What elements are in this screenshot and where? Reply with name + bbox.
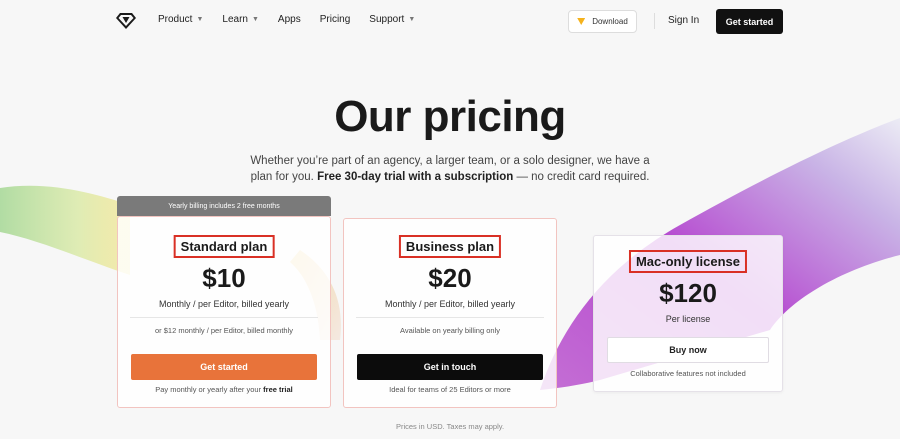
plan-billing: Monthly / per Editor, billed yearly (384, 299, 516, 309)
subtitle-tail: — no credit card required. (513, 171, 650, 183)
chevron-down-icon: ▼ (251, 16, 259, 23)
plan-card-mac-license: Mac-only license $120 Per license Buy no… (593, 235, 783, 392)
nav-item-label: Support (369, 14, 405, 25)
nav-links: Product ▼ Learn ▼ Apps Pricing Support ▼ (158, 14, 434, 25)
plan-price: $10 (202, 263, 246, 293)
page-title: Our pricing (334, 92, 566, 141)
get-started-nav-button[interactable]: Get started (716, 9, 783, 34)
nav-item-learn[interactable]: Learn ▼ (222, 14, 259, 25)
sign-in-link[interactable]: Sign In (668, 15, 699, 26)
plan-name: Mac-only license (628, 250, 748, 273)
card-divider (130, 317, 318, 318)
plan-price: $120 (659, 278, 717, 308)
nav-item-label: Apps (277, 14, 301, 25)
note-text: Pay monthly or yearly after your (155, 385, 264, 394)
nav-item-label: Pricing (319, 14, 351, 25)
get-in-touch-button[interactable]: Get in touch (357, 354, 543, 380)
nav-item-label: Product (158, 14, 193, 25)
plan-name: Standard plan (173, 235, 275, 258)
diamond-logo-icon[interactable] (116, 12, 136, 30)
plan-note: Pay monthly or yearly after your free tr… (118, 385, 330, 394)
subtitle-trial-highlight: Free 30-day trial with a subscription (317, 171, 514, 183)
plan-alt-billing: Available on yearly billing only (400, 326, 500, 335)
nav-item-label: Learn (222, 14, 248, 25)
plan-price: $20 (428, 263, 472, 293)
plan-billing: Per license (665, 314, 711, 324)
chevron-down-icon: ▼ (196, 16, 204, 23)
nav-item-apps[interactable]: Apps (278, 14, 301, 25)
download-button[interactable]: Download (568, 10, 637, 33)
top-nav: Product ▼ Learn ▼ Apps Pricing Support ▼… (0, 0, 900, 42)
get-started-button[interactable]: Get started (131, 354, 317, 380)
nav-item-pricing[interactable]: Pricing (320, 14, 351, 25)
nav-item-product[interactable]: Product ▼ (158, 14, 203, 25)
plan-note: Ideal for teams of 25 Editors or more (389, 385, 511, 394)
nav-divider (654, 13, 655, 29)
nav-item-support[interactable]: Support ▼ (369, 14, 415, 25)
plan-name: Business plan (398, 235, 502, 258)
plan-note: Collaborative features not included (630, 369, 746, 378)
plan-card-business: Business plan $20 Monthly / per Editor, … (343, 218, 557, 408)
plan-alt-billing: or $12 monthly / per Editor, billed mont… (155, 326, 293, 335)
chevron-down-icon: ▼ (408, 16, 416, 23)
download-label: Download (592, 17, 628, 26)
plan-card-standard: Standard plan $10 Monthly / per Editor, … (117, 216, 331, 408)
buy-now-button[interactable]: Buy now (607, 337, 769, 363)
prices-footnote: Prices in USD. Taxes may apply. (395, 422, 505, 431)
yearly-billing-ribbon: Yearly billing includes 2 free months (117, 196, 331, 216)
plan-billing: Monthly / per Editor, billed yearly (158, 299, 290, 309)
hero-subtitle: Whether you’re part of an agency, a larg… (240, 153, 660, 185)
free-trial-text: free trial (263, 385, 293, 394)
sketch-diamond-icon (577, 18, 586, 25)
card-divider (356, 317, 544, 318)
